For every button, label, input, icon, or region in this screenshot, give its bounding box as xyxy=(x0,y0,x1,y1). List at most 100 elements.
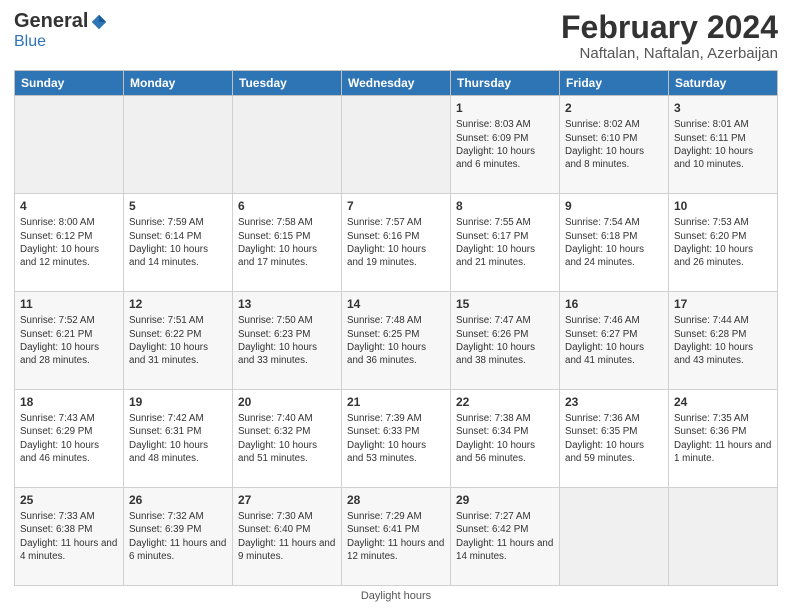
calendar-cell xyxy=(15,96,124,194)
logo-blue-text: Blue xyxy=(14,33,46,50)
day-number: 11 xyxy=(20,296,118,312)
calendar-cell: 22Sunrise: 7:38 AM Sunset: 6:34 PM Dayli… xyxy=(451,390,560,488)
calendar-cell: 5 Sunrise: 7:59 AM Sunset: 6:14 PM Daylig… xyxy=(124,194,233,292)
calendar-cell: 1Sunrise: 8:03 AM Sunset: 6:09 PM Daylig… xyxy=(451,96,560,194)
day-info: Sunrise: 7:36 AM Sunset: 6:35 PM Dayligh… xyxy=(565,412,663,465)
day-info: Sunrise: 7:35 AM Sunset: 6:36 PM Dayligh… xyxy=(674,412,772,465)
day-info: Sunrise: 7:55 AM Sunset: 6:17 PM Dayligh… xyxy=(456,216,554,269)
calendar-cell: 3 Sunrise: 8:01 AM Sunset: 6:11 PM Daylig… xyxy=(669,96,778,194)
day-number: 15 xyxy=(456,296,554,312)
calendar-week-2: 4 Sunrise: 8:00 AM Sunset: 6:12 PM Daylig… xyxy=(15,194,778,292)
day-info: Sunrise: 7:32 AM Sunset: 6:39 PM Dayligh… xyxy=(129,510,227,563)
day-info: Sunrise: 7:48 AM Sunset: 6:25 PM Dayligh… xyxy=(347,314,445,367)
day-number: 18 xyxy=(20,394,118,410)
day-number: 29 xyxy=(456,492,554,508)
day-info: Sunrise: 7:51 AM Sunset: 6:22 PM Dayligh… xyxy=(129,314,227,367)
calendar-cell: 12 Sunrise: 7:51 AM Sunset: 6:22 PM Dayli… xyxy=(124,292,233,390)
day-number: 13 xyxy=(238,296,336,312)
day-number: 26 xyxy=(129,492,227,508)
day-info: Sunrise: 7:30 AM Sunset: 6:40 PM Dayligh… xyxy=(238,510,336,563)
day-number: 22 xyxy=(456,394,554,410)
logo: General Blue xyxy=(14,10,108,51)
header: General Blue February 2024 Naftalan, Naf… xyxy=(14,10,778,62)
title-block: February 2024 Naftalan, Naftalan, Azerba… xyxy=(561,10,778,62)
calendar-cell: 29 Sunrise: 7:27 AM Sunset: 6:42 PM Dayli… xyxy=(451,488,560,586)
day-info: Sunrise: 7:50 AM Sunset: 6:23 PM Dayligh… xyxy=(238,314,336,367)
day-info: Sunrise: 7:59 AM Sunset: 6:14 PM Dayligh… xyxy=(129,216,227,269)
day-number: 23 xyxy=(565,394,663,410)
day-header-monday: Monday xyxy=(124,71,233,96)
day-number: 28 xyxy=(347,492,445,508)
calendar-cell: 7 Sunrise: 7:57 AM Sunset: 6:16 PM Daylig… xyxy=(342,194,451,292)
day-info: Sunrise: 7:33 AM Sunset: 6:38 PM Dayligh… xyxy=(20,510,118,563)
calendar-week-3: 11 Sunrise: 7:52 AM Sunset: 6:21 PM Dayli… xyxy=(15,292,778,390)
day-info: Sunrise: 7:27 AM Sunset: 6:42 PM Dayligh… xyxy=(456,510,554,563)
day-number: 24 xyxy=(674,394,772,410)
day-header-sunday: Sunday xyxy=(15,71,124,96)
day-header-friday: Friday xyxy=(560,71,669,96)
day-number: 17 xyxy=(674,296,772,312)
day-number: 2 xyxy=(565,100,663,116)
page: General Blue February 2024 Naftalan, Naf… xyxy=(0,0,792,612)
calendar-cell xyxy=(124,96,233,194)
calendar-cell: 20Sunrise: 7:40 AM Sunset: 6:32 PM Dayli… xyxy=(233,390,342,488)
footer: Daylight hours xyxy=(14,590,778,602)
day-info: Sunrise: 7:44 AM Sunset: 6:28 PM Dayligh… xyxy=(674,314,772,367)
calendar-cell: 4 Sunrise: 8:00 AM Sunset: 6:12 PM Daylig… xyxy=(15,194,124,292)
day-number: 27 xyxy=(238,492,336,508)
calendar-cell: 28 Sunrise: 7:29 AM Sunset: 6:41 PM Dayli… xyxy=(342,488,451,586)
day-header-thursday: Thursday xyxy=(451,71,560,96)
day-info: Sunrise: 7:52 AM Sunset: 6:21 PM Dayligh… xyxy=(20,314,118,367)
day-header-wednesday: Wednesday xyxy=(342,71,451,96)
day-info: Sunrise: 7:39 AM Sunset: 6:33 PM Dayligh… xyxy=(347,412,445,465)
calendar-week-4: 18 Sunrise: 7:43 AM Sunset: 6:29 PM Dayli… xyxy=(15,390,778,488)
day-number: 14 xyxy=(347,296,445,312)
day-header-tuesday: Tuesday xyxy=(233,71,342,96)
calendar-cell: 25 Sunrise: 7:33 AM Sunset: 6:38 PM Dayli… xyxy=(15,488,124,586)
day-number: 20 xyxy=(238,394,336,410)
calendar-cell: 27 Sunrise: 7:30 AM Sunset: 6:40 PM Dayli… xyxy=(233,488,342,586)
day-info: Sunrise: 8:00 AM Sunset: 6:12 PM Dayligh… xyxy=(20,216,118,269)
calendar-cell xyxy=(342,96,451,194)
day-info: Sunrise: 7:53 AM Sunset: 6:20 PM Dayligh… xyxy=(674,216,772,269)
calendar-cell: 21 Sunrise: 7:39 AM Sunset: 6:33 PM Dayli… xyxy=(342,390,451,488)
day-info: Sunrise: 7:46 AM Sunset: 6:27 PM Dayligh… xyxy=(565,314,663,367)
day-number: 5 xyxy=(129,198,227,214)
day-number: 1 xyxy=(456,100,554,116)
day-number: 4 xyxy=(20,198,118,214)
day-header-saturday: Saturday xyxy=(669,71,778,96)
location: Naftalan, Naftalan, Azerbaijan xyxy=(561,45,778,62)
calendar-cell xyxy=(560,488,669,586)
calendar-cell: 17 Sunrise: 7:44 AM Sunset: 6:28 PM Dayli… xyxy=(669,292,778,390)
day-number: 21 xyxy=(347,394,445,410)
calendar-week-5: 25 Sunrise: 7:33 AM Sunset: 6:38 PM Dayli… xyxy=(15,488,778,586)
day-info: Sunrise: 7:43 AM Sunset: 6:29 PM Dayligh… xyxy=(20,412,118,465)
day-info: Sunrise: 7:47 AM Sunset: 6:26 PM Dayligh… xyxy=(456,314,554,367)
logo-general-text: General xyxy=(14,10,88,33)
day-number: 10 xyxy=(674,198,772,214)
day-number: 9 xyxy=(565,198,663,214)
day-number: 8 xyxy=(456,198,554,214)
calendar-cell: 19Sunrise: 7:42 AM Sunset: 6:31 PM Dayli… xyxy=(124,390,233,488)
day-number: 25 xyxy=(20,492,118,508)
calendar-cell: 2Sunrise: 8:02 AM Sunset: 6:10 PM Daylig… xyxy=(560,96,669,194)
day-info: Sunrise: 7:57 AM Sunset: 6:16 PM Dayligh… xyxy=(347,216,445,269)
calendar-cell: 14 Sunrise: 7:48 AM Sunset: 6:25 PM Dayli… xyxy=(342,292,451,390)
calendar-week-1: 1Sunrise: 8:03 AM Sunset: 6:09 PM Daylig… xyxy=(15,96,778,194)
calendar-cell: 26 Sunrise: 7:32 AM Sunset: 6:39 PM Dayli… xyxy=(124,488,233,586)
day-info: Sunrise: 7:29 AM Sunset: 6:41 PM Dayligh… xyxy=(347,510,445,563)
calendar-cell: 9 Sunrise: 7:54 AM Sunset: 6:18 PM Daylig… xyxy=(560,194,669,292)
calendar-cell: 11 Sunrise: 7:52 AM Sunset: 6:21 PM Dayli… xyxy=(15,292,124,390)
day-info: Sunrise: 7:58 AM Sunset: 6:15 PM Dayligh… xyxy=(238,216,336,269)
day-number: 12 xyxy=(129,296,227,312)
day-number: 7 xyxy=(347,198,445,214)
logo-icon xyxy=(90,13,108,31)
day-number: 6 xyxy=(238,198,336,214)
day-info: Sunrise: 7:42 AM Sunset: 6:31 PM Dayligh… xyxy=(129,412,227,465)
day-info: Sunrise: 8:01 AM Sunset: 6:11 PM Dayligh… xyxy=(674,118,772,171)
day-info: Sunrise: 7:54 AM Sunset: 6:18 PM Dayligh… xyxy=(565,216,663,269)
month-year: February 2024 xyxy=(561,10,778,45)
day-number: 3 xyxy=(674,100,772,116)
calendar-cell: 13 Sunrise: 7:50 AM Sunset: 6:23 PM Dayli… xyxy=(233,292,342,390)
calendar-cell: 16Sunrise: 7:46 AM Sunset: 6:27 PM Dayli… xyxy=(560,292,669,390)
